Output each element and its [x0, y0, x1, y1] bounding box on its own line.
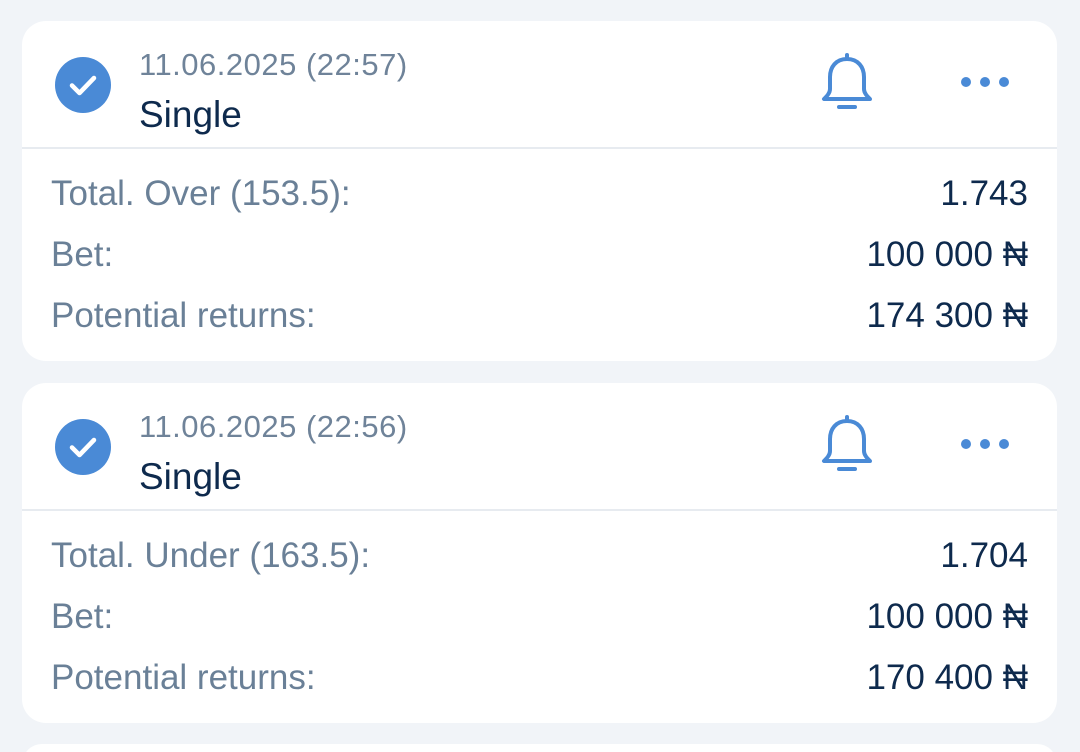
- bell-icon[interactable]: [818, 415, 876, 477]
- bet-card[interactable]: 11.06.2025 (22:56) Single Total. Under (…: [22, 383, 1057, 723]
- bet-amount-row: Bet: 100 000 ₦: [51, 230, 1028, 280]
- returns-row: Potential returns: 170 400 ₦: [51, 653, 1028, 703]
- bet-card[interactable]: [22, 744, 1057, 752]
- returns-label: Potential returns:: [51, 658, 316, 697]
- returns-amount-value: 170 400 ₦: [866, 658, 1028, 697]
- bet-card-header: 11.06.2025 (22:57) Single: [22, 21, 1057, 149]
- check-circle-icon: [55, 419, 111, 475]
- odds-value: 1.704: [940, 536, 1028, 575]
- bet-label: Bet:: [51, 235, 114, 274]
- returns-row: Potential returns: 174 300 ₦: [51, 291, 1028, 341]
- more-options-icon[interactable]: [958, 431, 1012, 457]
- bet-date: 11.06.2025 (22:57): [139, 47, 408, 82]
- bet-card-header: 11.06.2025 (22:56) Single: [22, 383, 1057, 511]
- market-row: Total. Over (153.5): 1.743: [51, 169, 1028, 219]
- market-row: Total. Under (163.5): 1.704: [51, 531, 1028, 581]
- bet-amount-row: Bet: 100 000 ₦: [51, 592, 1028, 642]
- bet-type: Single: [139, 456, 242, 497]
- bet-card[interactable]: 11.06.2025 (22:57) Single Total. Over (1…: [22, 21, 1057, 361]
- market-label: Total. Over (153.5):: [51, 174, 351, 213]
- bell-icon[interactable]: [818, 53, 876, 115]
- check-circle-icon: [55, 57, 111, 113]
- odds-value: 1.743: [940, 174, 1028, 213]
- bet-label: Bet:: [51, 597, 114, 636]
- more-options-icon[interactable]: [958, 69, 1012, 95]
- bet-amount-value: 100 000 ₦: [866, 597, 1028, 636]
- bet-date: 11.06.2025 (22:56): [139, 409, 408, 444]
- bet-history-list: 11.06.2025 (22:57) Single Total. Over (1…: [0, 0, 1080, 752]
- bet-amount-value: 100 000 ₦: [866, 235, 1028, 274]
- returns-label: Potential returns:: [51, 296, 316, 335]
- bet-type: Single: [139, 94, 242, 135]
- returns-amount-value: 174 300 ₦: [866, 296, 1028, 335]
- market-label: Total. Under (163.5):: [51, 536, 371, 575]
